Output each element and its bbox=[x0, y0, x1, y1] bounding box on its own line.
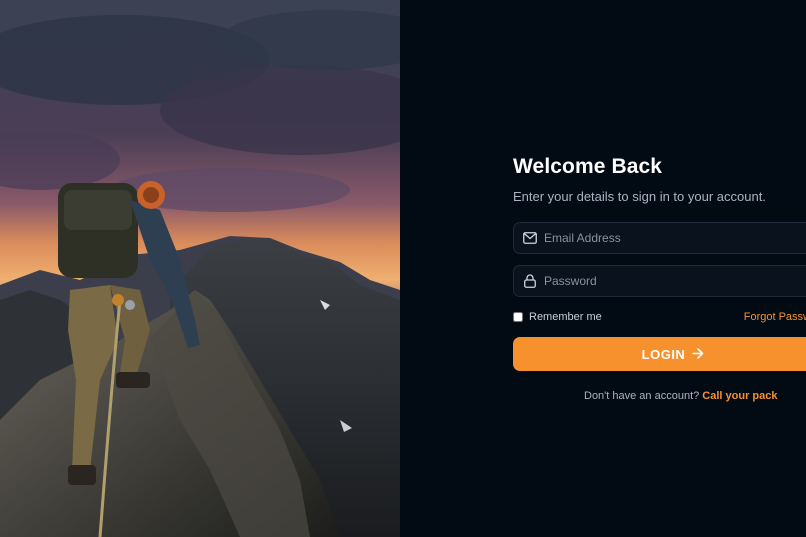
email-input[interactable] bbox=[544, 224, 806, 252]
mail-icon bbox=[522, 230, 538, 246]
page-subtitle: Enter your details to sign in to your ac… bbox=[513, 189, 766, 204]
signup-prompt: Don't have an account? Call your pack bbox=[513, 390, 806, 402]
forgot-password-link[interactable]: Forgot Password? bbox=[744, 311, 806, 323]
password-field[interactable] bbox=[513, 265, 806, 297]
lock-icon bbox=[522, 273, 538, 289]
login-form: Welcome Back Enter your details to sign … bbox=[513, 155, 806, 402]
login-page: Welcome Back Enter your details to sign … bbox=[0, 0, 806, 537]
login-button[interactable]: LOGIN bbox=[513, 337, 806, 371]
signup-prompt-text: Don't have an account? bbox=[584, 390, 703, 402]
email-field[interactable] bbox=[513, 222, 806, 254]
page-title: Welcome Back bbox=[513, 155, 663, 178]
remember-me-label: Remember me bbox=[529, 311, 602, 323]
remember-me-checkbox[interactable] bbox=[513, 312, 523, 322]
password-input[interactable] bbox=[544, 267, 806, 295]
arrow-right-icon bbox=[692, 347, 704, 362]
remember-me[interactable]: Remember me bbox=[513, 311, 602, 323]
login-button-label: LOGIN bbox=[641, 346, 686, 362]
climber-illustration bbox=[0, 0, 400, 537]
signup-link[interactable]: Call your pack bbox=[702, 390, 777, 402]
options-row: Remember me Forgot Password? bbox=[513, 310, 806, 324]
login-panel: Welcome Back Enter your details to sign … bbox=[400, 0, 806, 537]
hero-image bbox=[0, 0, 400, 537]
